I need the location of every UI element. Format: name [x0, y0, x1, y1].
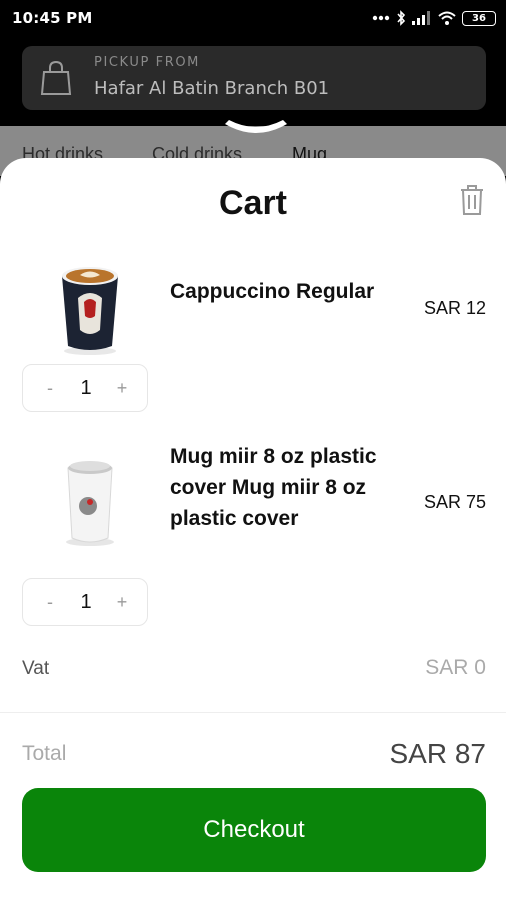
branch-name: Hafar Al Batin Branch B01 — [94, 78, 330, 99]
status-bar: 10:45 PM 36 — [0, 0, 506, 36]
pickup-label: PICKUP FROM — [94, 55, 200, 70]
quantity-value: 1 — [80, 591, 92, 613]
item-name: Mug miir 8 oz plastic cover Mug miir 8 o… — [170, 445, 377, 530]
pickup-card[interactable]: PICKUP FROM Hafar Al Batin Branch B01 — [22, 46, 486, 110]
mug-image — [66, 461, 114, 546]
increase-button[interactable]: + — [109, 365, 135, 411]
shopping-bag-icon — [40, 60, 72, 95]
cart-title: Cart — [218, 184, 288, 222]
status-time: 10:45 PM — [12, 9, 93, 27]
item-name: Cappuccino Regular — [170, 280, 375, 303]
cart-sheet: Cart Cappuccino Regular SAR 12 - 1 + Mug… — [0, 158, 506, 900]
item-price: SAR 12 — [423, 298, 486, 318]
vat-value: SAR 0 — [425, 656, 486, 679]
battery-icon: 36 — [462, 10, 496, 26]
item-price: SAR 75 — [423, 492, 486, 512]
battery-level: 36 — [472, 12, 486, 24]
signal-icon — [412, 11, 430, 25]
trash-icon[interactable] — [458, 184, 486, 216]
dots-icon — [372, 15, 390, 21]
decrease-button[interactable]: - — [37, 579, 63, 625]
checkout-button[interactable]: Checkout — [22, 788, 486, 872]
vat-label: Vat — [22, 658, 50, 679]
divider — [0, 712, 506, 713]
decrease-button[interactable]: - — [37, 365, 63, 411]
cappuccino-image — [62, 267, 118, 355]
quantity-stepper: - 1 + — [22, 364, 148, 412]
increase-button[interactable]: + — [109, 579, 135, 625]
chevron-down-icon[interactable] — [223, 118, 289, 140]
total-value: SAR 87 — [389, 738, 487, 769]
status-icons: 36 — [372, 9, 496, 27]
total-label: Total — [22, 742, 67, 765]
quantity-value: 1 — [80, 377, 92, 399]
quantity-stepper: - 1 + — [22, 578, 148, 626]
bluetooth-icon — [397, 10, 406, 26]
wifi-icon — [438, 11, 456, 25]
